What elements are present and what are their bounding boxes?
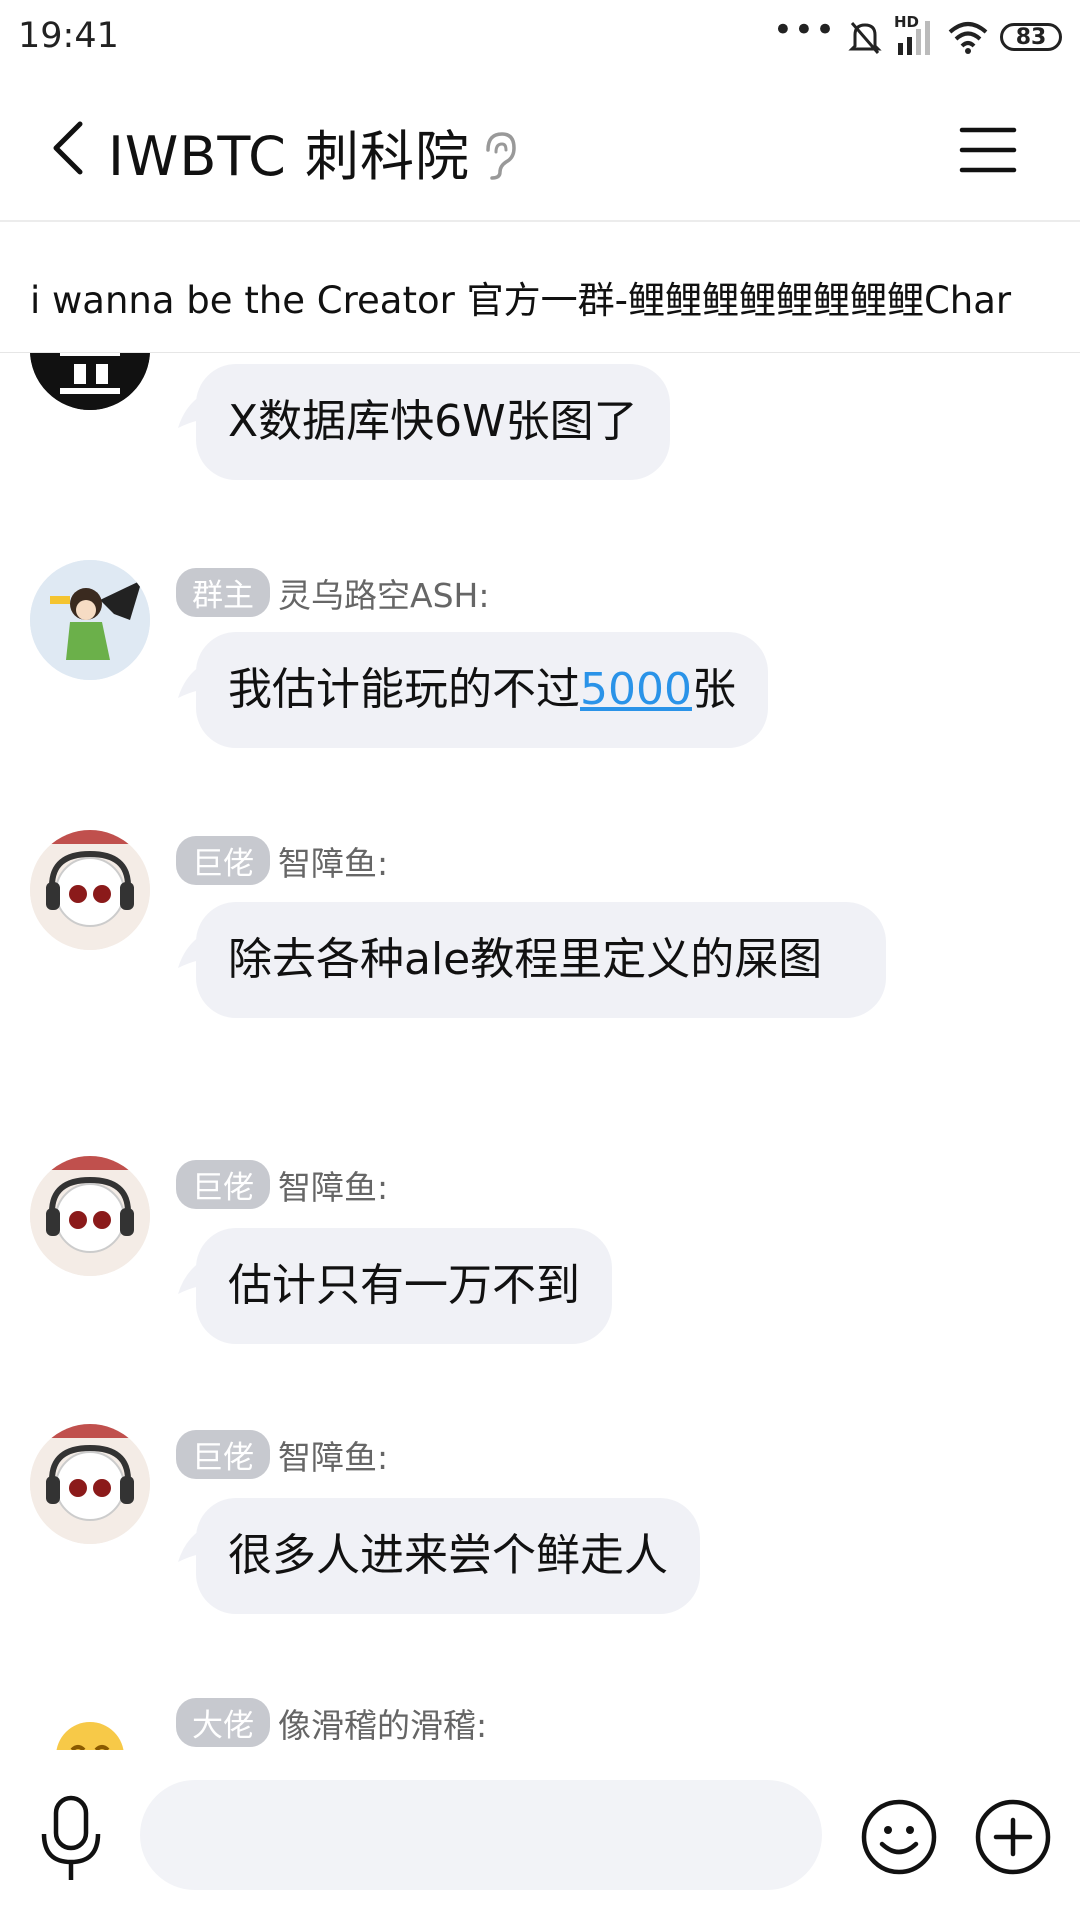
role-badge: 群主 [176, 568, 270, 617]
avatar[interactable] [30, 830, 150, 950]
message-bubble[interactable]: 很多人进来尝个鲜走人 [196, 1498, 700, 1614]
status-time: 19:41 [18, 16, 119, 56]
message-bubble[interactable]: 除去各种ale教程里定义的屎图 [196, 902, 886, 1018]
sender-name[interactable]: 智障鱼: [278, 1431, 388, 1479]
input-bar [0, 1750, 1080, 1920]
sender-line: 巨佬 智障鱼: [176, 1430, 388, 1479]
number-link[interactable]: 5000 [580, 664, 692, 715]
message-bubble[interactable]: 估计只有一万不到 [196, 1228, 612, 1344]
bell-muted-icon [848, 22, 882, 54]
group-notice-banner[interactable]: i wanna be the Creator 官方一群-鲤鲤鲤鲤鲤鲤鲤鲤Char [0, 222, 1080, 353]
message-text: 很多人进来尝个鲜走人 [228, 1530, 668, 1581]
wifi-icon [948, 22, 988, 54]
message-text: 张 [691, 664, 736, 715]
role-badge: 大佬 [176, 1698, 270, 1747]
menu-icon[interactable] [956, 118, 1020, 182]
message-list[interactable]: X数据库快6W张图了 群主 灵乌路空ASH: 我估计能玩的不过5000张 巨佬 … [0, 352, 1080, 1750]
microphone-icon[interactable] [36, 1794, 106, 1884]
role-badge: 巨佬 [176, 1430, 270, 1479]
message-text: 除去各种ale教程里定义的屎图 [228, 934, 823, 985]
sender-line: 巨佬 智障鱼: [176, 1160, 388, 1209]
avatar[interactable] [30, 352, 150, 410]
group-notice-text: i wanna be the Creator 官方一群-鲤鲤鲤鲤鲤鲤鲤鲤Char [30, 279, 1012, 322]
battery-indicator: 83 [1000, 23, 1062, 51]
sender-name[interactable]: 智障鱼: [278, 837, 388, 885]
more-dots-icon: ••• [772, 10, 836, 50]
message-bubble[interactable]: 我估计能玩的不过5000张 [196, 632, 768, 748]
avatar[interactable] [30, 560, 150, 680]
message-bubble[interactable]: X数据库快6W张图了 [196, 364, 670, 480]
avatar[interactable] [30, 1694, 150, 1750]
role-badge: 巨佬 [176, 836, 270, 885]
sender-name[interactable]: 智障鱼: [278, 1161, 388, 1209]
role-badge: 巨佬 [176, 1160, 270, 1209]
back-button[interactable] [36, 108, 100, 188]
sender-line: 巨佬 智障鱼: [176, 836, 388, 885]
signal-icon: HD [894, 13, 936, 57]
chevron-left-icon [53, 121, 83, 175]
plus-circle-icon[interactable] [974, 1798, 1052, 1876]
ear-icon[interactable] [478, 130, 518, 182]
sender-line: 大佬 像滑稽的滑稽: [176, 1698, 487, 1747]
sender-name[interactable]: 灵乌路空ASH: [278, 569, 489, 617]
sender-name[interactable]: 像滑稽的滑稽: [278, 1699, 487, 1747]
message-text: X数据库快6W张图了 [228, 396, 638, 447]
status-bar: 19:41 ••• HD 83 [0, 0, 1080, 78]
message-text: 我估计能玩的不过 [228, 664, 580, 715]
message-input[interactable] [140, 1780, 822, 1890]
status-icons: ••• HD 83 [773, 10, 1062, 60]
chat-title: IWBTC 刺科院 [108, 125, 471, 188]
message-text: 估计只有一万不到 [228, 1260, 580, 1311]
sender-line: 群主 灵乌路空ASH: [176, 568, 489, 617]
chat-header: IWBTC 刺科院 [0, 78, 1080, 222]
avatar[interactable] [30, 1156, 150, 1276]
avatar[interactable] [30, 1424, 150, 1544]
smiley-icon[interactable] [860, 1798, 938, 1876]
